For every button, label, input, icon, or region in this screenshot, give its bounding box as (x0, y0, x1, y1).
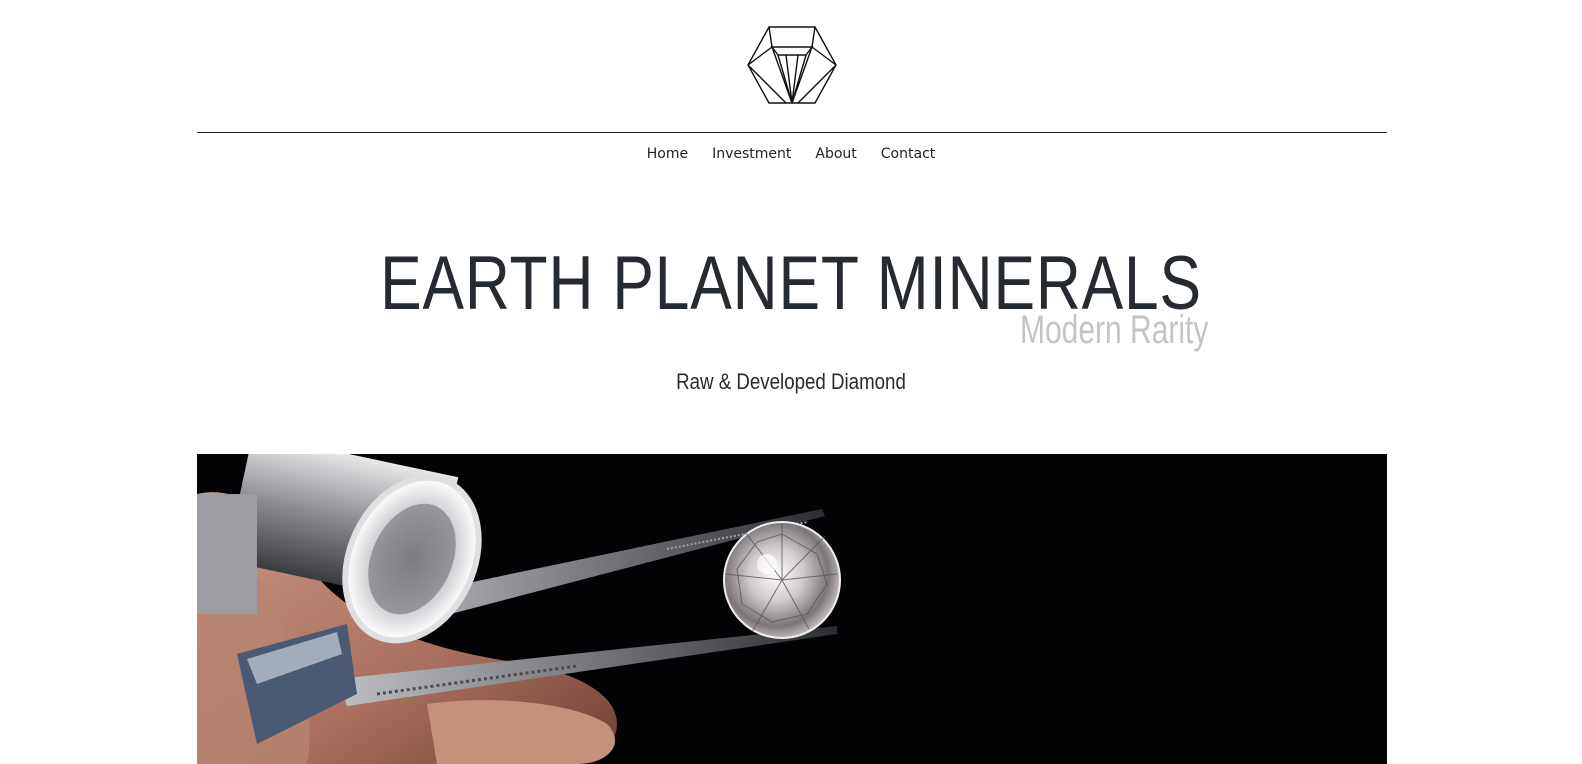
nav-contact-link[interactable]: Contact (881, 146, 935, 162)
tagline: Modern Rarity (1020, 308, 1209, 352)
hero-image (197, 454, 1387, 764)
nav-investment-link[interactable]: Investment (712, 146, 791, 162)
main-nav: Home Investment About Contact (0, 146, 1582, 162)
page: Home Investment About Contact EARTH PLAN… (0, 0, 1582, 764)
header-divider (197, 132, 1387, 133)
subtitle: Raw & Developed Diamond (676, 369, 906, 394)
nav-home-link[interactable]: Home (647, 146, 688, 162)
diamond-logo-icon[interactable] (746, 25, 838, 105)
site-title: EARTH PLANET MINERALS (380, 241, 1202, 326)
nav-about-link[interactable]: About (815, 146, 856, 162)
